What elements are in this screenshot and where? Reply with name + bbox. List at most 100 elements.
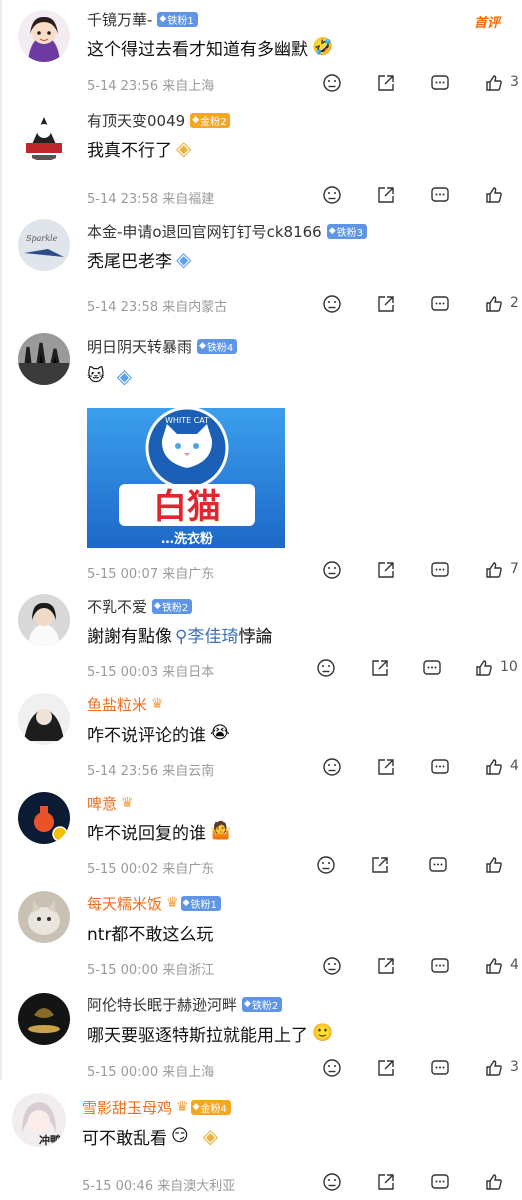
reply-icon[interactable] xyxy=(430,294,452,316)
comment-meta: 5-15 00:46 来自澳大利亚 xyxy=(82,1179,236,1194)
like-icon[interactable] xyxy=(474,658,496,680)
like-icon[interactable] xyxy=(484,855,506,877)
diamond-icon: ◆ xyxy=(192,1102,200,1112)
reply-icon[interactable] xyxy=(430,956,452,978)
dislike-icon[interactable] xyxy=(316,658,338,680)
reply-icon[interactable] xyxy=(430,73,452,95)
share-icon[interactable] xyxy=(376,185,398,207)
like-icon[interactable] xyxy=(484,1058,506,1080)
username[interactable]: 本金-申请o退回官网钉钉号ck8166 xyxy=(87,221,322,242)
avatar[interactable] xyxy=(18,109,70,161)
reply-icon[interactable] xyxy=(430,185,452,207)
username[interactable]: 有顶天变0049 xyxy=(87,110,185,131)
comment-meta: 5-14 23:58 来自内蒙古 xyxy=(87,300,228,315)
avatar[interactable] xyxy=(18,10,70,62)
comment-meta: 5-14 23:58 来自福建 xyxy=(87,192,215,207)
comment-author-row: 本金-申请o退回官网钉钉号ck8166 ◆ 铁粉3 xyxy=(87,220,367,242)
comment-author-row: 阿伦特长眠于赫逊河畔 ◆ 铁粉2 xyxy=(87,993,283,1015)
avatar[interactable]: Sparkle xyxy=(18,219,70,271)
dislike-icon[interactable] xyxy=(322,560,344,582)
share-icon[interactable] xyxy=(376,1058,398,1080)
fan-badge: ◆ 铁粉2 xyxy=(242,996,283,1012)
share-icon[interactable] xyxy=(370,855,392,877)
comment-actions: 7 xyxy=(322,560,522,582)
comment-meta: 5-14 23:56 来自云南 xyxy=(87,764,215,779)
like-count: 2 xyxy=(510,295,519,311)
username[interactable]: 千镜万華- xyxy=(87,9,152,30)
share-icon[interactable] xyxy=(376,1172,398,1194)
dislike-icon[interactable] xyxy=(316,855,338,877)
dislike-icon[interactable] xyxy=(322,1058,344,1080)
username[interactable]: 雪影甜玉母鸡 xyxy=(82,1097,172,1118)
comment-actions: 10 xyxy=(317,658,522,680)
dislike-icon[interactable] xyxy=(322,757,344,779)
reply-icon[interactable] xyxy=(430,1172,452,1194)
fan-badge: ◆ 金粉2 xyxy=(190,112,231,128)
laughing-emoji-icon: 🤣 xyxy=(312,37,334,57)
comment-meta: 5-15 00:02 来自广东 xyxy=(87,862,215,877)
avatar[interactable] xyxy=(18,891,70,943)
diamond-icon: ◆ xyxy=(244,999,251,1009)
share-icon[interactable] xyxy=(376,294,398,316)
reply-icon[interactable] xyxy=(430,757,452,779)
like-icon[interactable] xyxy=(484,757,506,779)
product-bottom-text: …洗衣粉 xyxy=(161,531,213,547)
avatar[interactable] xyxy=(18,993,70,1045)
comment-actions: 4 xyxy=(322,956,522,978)
comment-actions: 3 xyxy=(322,73,522,95)
reply-icon[interactable] xyxy=(430,1058,452,1080)
comment-text: 咋不说回复的谁 🤷 xyxy=(87,821,232,844)
svg-text:Sparkle: Sparkle xyxy=(26,234,58,243)
share-icon[interactable] xyxy=(376,560,398,582)
comment-item: 啤意 ♛ 咋不说回复的谁 🤷 5-15 00:02 来自广东 xyxy=(0,786,522,886)
avatar[interactable] xyxy=(18,693,70,745)
avatar[interactable]: 冲鸭 xyxy=(12,1093,66,1147)
comment-author-row: 每天糯米饭 ♛ ◆ 铁粉1 xyxy=(87,892,221,914)
comment-text: 我真不行了 ◈ xyxy=(87,136,192,161)
fan-badge: ◆ 金粉4 xyxy=(190,1099,231,1115)
username[interactable]: 每天糯米饭 xyxy=(87,893,162,914)
username[interactable]: 阿伦特长眠于赫逊河畔 xyxy=(87,994,237,1015)
share-icon[interactable] xyxy=(370,658,392,680)
comment-author-row: 明日阴天转暴雨 ◆ 铁粉4 xyxy=(87,335,238,357)
comment-actions xyxy=(322,185,522,207)
dislike-icon[interactable] xyxy=(322,1172,344,1194)
like-icon[interactable] xyxy=(484,1172,506,1194)
comment-text: 哪天要驱逐特斯拉就能用上了 🙂 xyxy=(87,1023,334,1046)
diamond-icon: ◆ xyxy=(192,115,200,125)
dislike-icon[interactable] xyxy=(322,73,344,95)
like-icon[interactable] xyxy=(484,185,506,207)
comment-meta: 5-15 00:07 来自广东 xyxy=(87,567,215,582)
username[interactable]: 明日阴天转暴雨 xyxy=(87,336,192,357)
like-icon[interactable] xyxy=(484,956,506,978)
avatar[interactable] xyxy=(18,333,70,385)
username[interactable]: 不乳不爱 xyxy=(87,596,147,617)
like-icon[interactable] xyxy=(484,560,506,582)
dislike-icon[interactable] xyxy=(322,956,344,978)
blue-diamond-emoji-icon: ◈ xyxy=(176,247,192,271)
share-icon[interactable] xyxy=(376,73,398,95)
reply-icon[interactable] xyxy=(430,560,452,582)
comment-actions: 3 xyxy=(322,1058,522,1080)
comment-image[interactable]: 白猫 WHITE CAT …洗衣粉 xyxy=(87,400,285,548)
share-icon[interactable] xyxy=(376,956,398,978)
share-icon[interactable] xyxy=(376,757,398,779)
comment-text: 謝謝有點像 ⚲李佳琦 悖論 xyxy=(87,621,272,647)
username[interactable]: 啤意 xyxy=(87,793,117,814)
avatar[interactable] xyxy=(18,594,70,646)
reply-icon[interactable] xyxy=(428,855,450,877)
avatar[interactable] xyxy=(18,792,70,844)
comment-author-row: 雪影甜玉母鸡 ♛ ◆ 金粉4 xyxy=(82,1096,231,1118)
shrug-emoji-icon: 🤷 xyxy=(210,821,232,841)
comment-text: 可不敢乱看 😏 ◈ xyxy=(82,1124,219,1149)
dislike-icon[interactable] xyxy=(322,185,344,207)
search-link[interactable]: ⚲李佳琦 xyxy=(175,622,238,647)
diamond-icon: ◆ xyxy=(154,601,161,611)
dislike-icon[interactable] xyxy=(322,294,344,316)
comment-actions: 4 xyxy=(322,757,522,779)
reply-icon[interactable] xyxy=(422,658,444,680)
comment-author-row: 啤意 ♛ xyxy=(87,792,134,814)
like-icon[interactable] xyxy=(484,294,506,316)
username[interactable]: 鱼盐粒米 xyxy=(87,694,147,715)
like-icon[interactable] xyxy=(484,73,506,95)
